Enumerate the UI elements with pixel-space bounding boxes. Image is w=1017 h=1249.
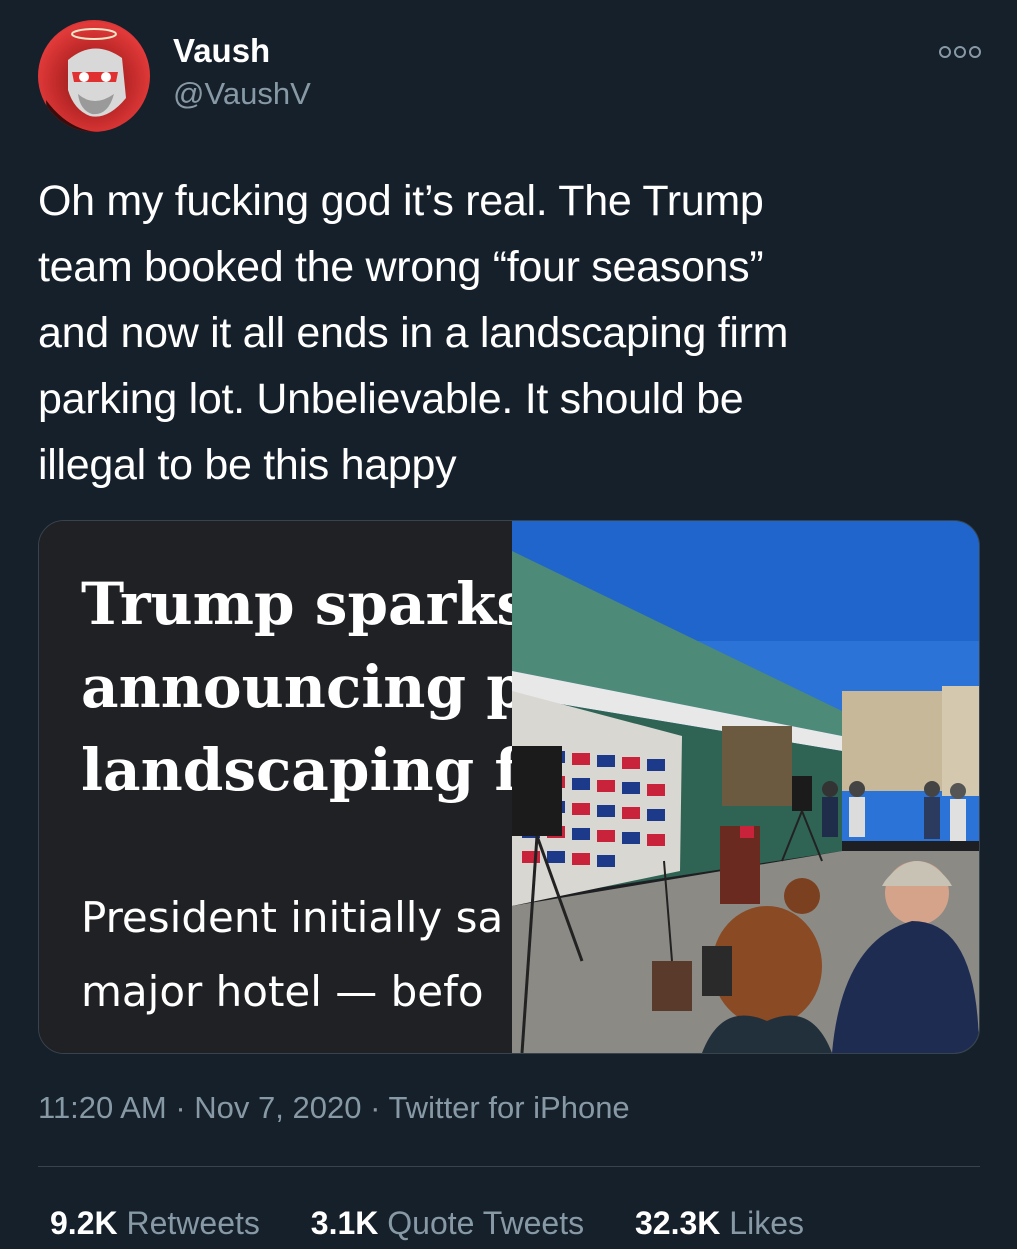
event-photo bbox=[512, 521, 979, 1053]
quote-tweets-stat[interactable]: 3.1K Quote Tweets bbox=[311, 1205, 584, 1242]
retweets-stat[interactable]: 9.2K Retweets bbox=[50, 1205, 260, 1242]
article-screenshot: Trump sparks announcing p landscaping f … bbox=[39, 521, 512, 1053]
meta-separator: · bbox=[175, 1090, 186, 1125]
retweets-count: 9.2K bbox=[50, 1205, 118, 1241]
likes-label: Likes bbox=[729, 1205, 804, 1241]
likes-count: 32.3K bbox=[635, 1205, 721, 1241]
likes-stat[interactable]: 32.3K Likes bbox=[635, 1205, 804, 1242]
tweet-stats: 9.2K Retweets 3.1K Quote Tweets 32.3K Li… bbox=[50, 1205, 846, 1242]
tweet-source[interactable]: Twitter for iPhone bbox=[388, 1090, 629, 1125]
divider bbox=[38, 1166, 980, 1167]
avatar[interactable] bbox=[38, 20, 150, 132]
quote-tweets-label: Quote Tweets bbox=[387, 1205, 585, 1241]
avatar-art bbox=[46, 28, 126, 132]
quote-tweets-count: 3.1K bbox=[310, 1205, 379, 1241]
tweet-text: Oh my fucking god it’s real. The Trump t… bbox=[38, 177, 789, 489]
retweets-label: Retweets bbox=[126, 1205, 260, 1241]
tweet-date[interactable]: Nov 7, 2020 bbox=[194, 1090, 361, 1125]
tweet-time[interactable]: 11:20 AM bbox=[38, 1090, 167, 1125]
article-subheadline: President initially sa major hotel — bef… bbox=[81, 893, 504, 1016]
article-headline: Trump sparks announcing p landscaping f bbox=[81, 570, 512, 804]
more-options-icon[interactable] bbox=[938, 44, 982, 60]
tweet-header: Vaush @VaushV bbox=[38, 20, 983, 135]
photo-scene bbox=[512, 521, 979, 1053]
display-name[interactable]: Vaush bbox=[173, 32, 270, 70]
meta-separator: · bbox=[370, 1090, 381, 1125]
user-handle[interactable]: @VaushV bbox=[173, 76, 311, 112]
tweet-timestamp[interactable]: 11:20 AM · Nov 7, 2020 · Twitter for iPh… bbox=[38, 1090, 630, 1126]
tweet-media[interactable]: Trump sparks announcing p landscaping f … bbox=[38, 520, 980, 1054]
